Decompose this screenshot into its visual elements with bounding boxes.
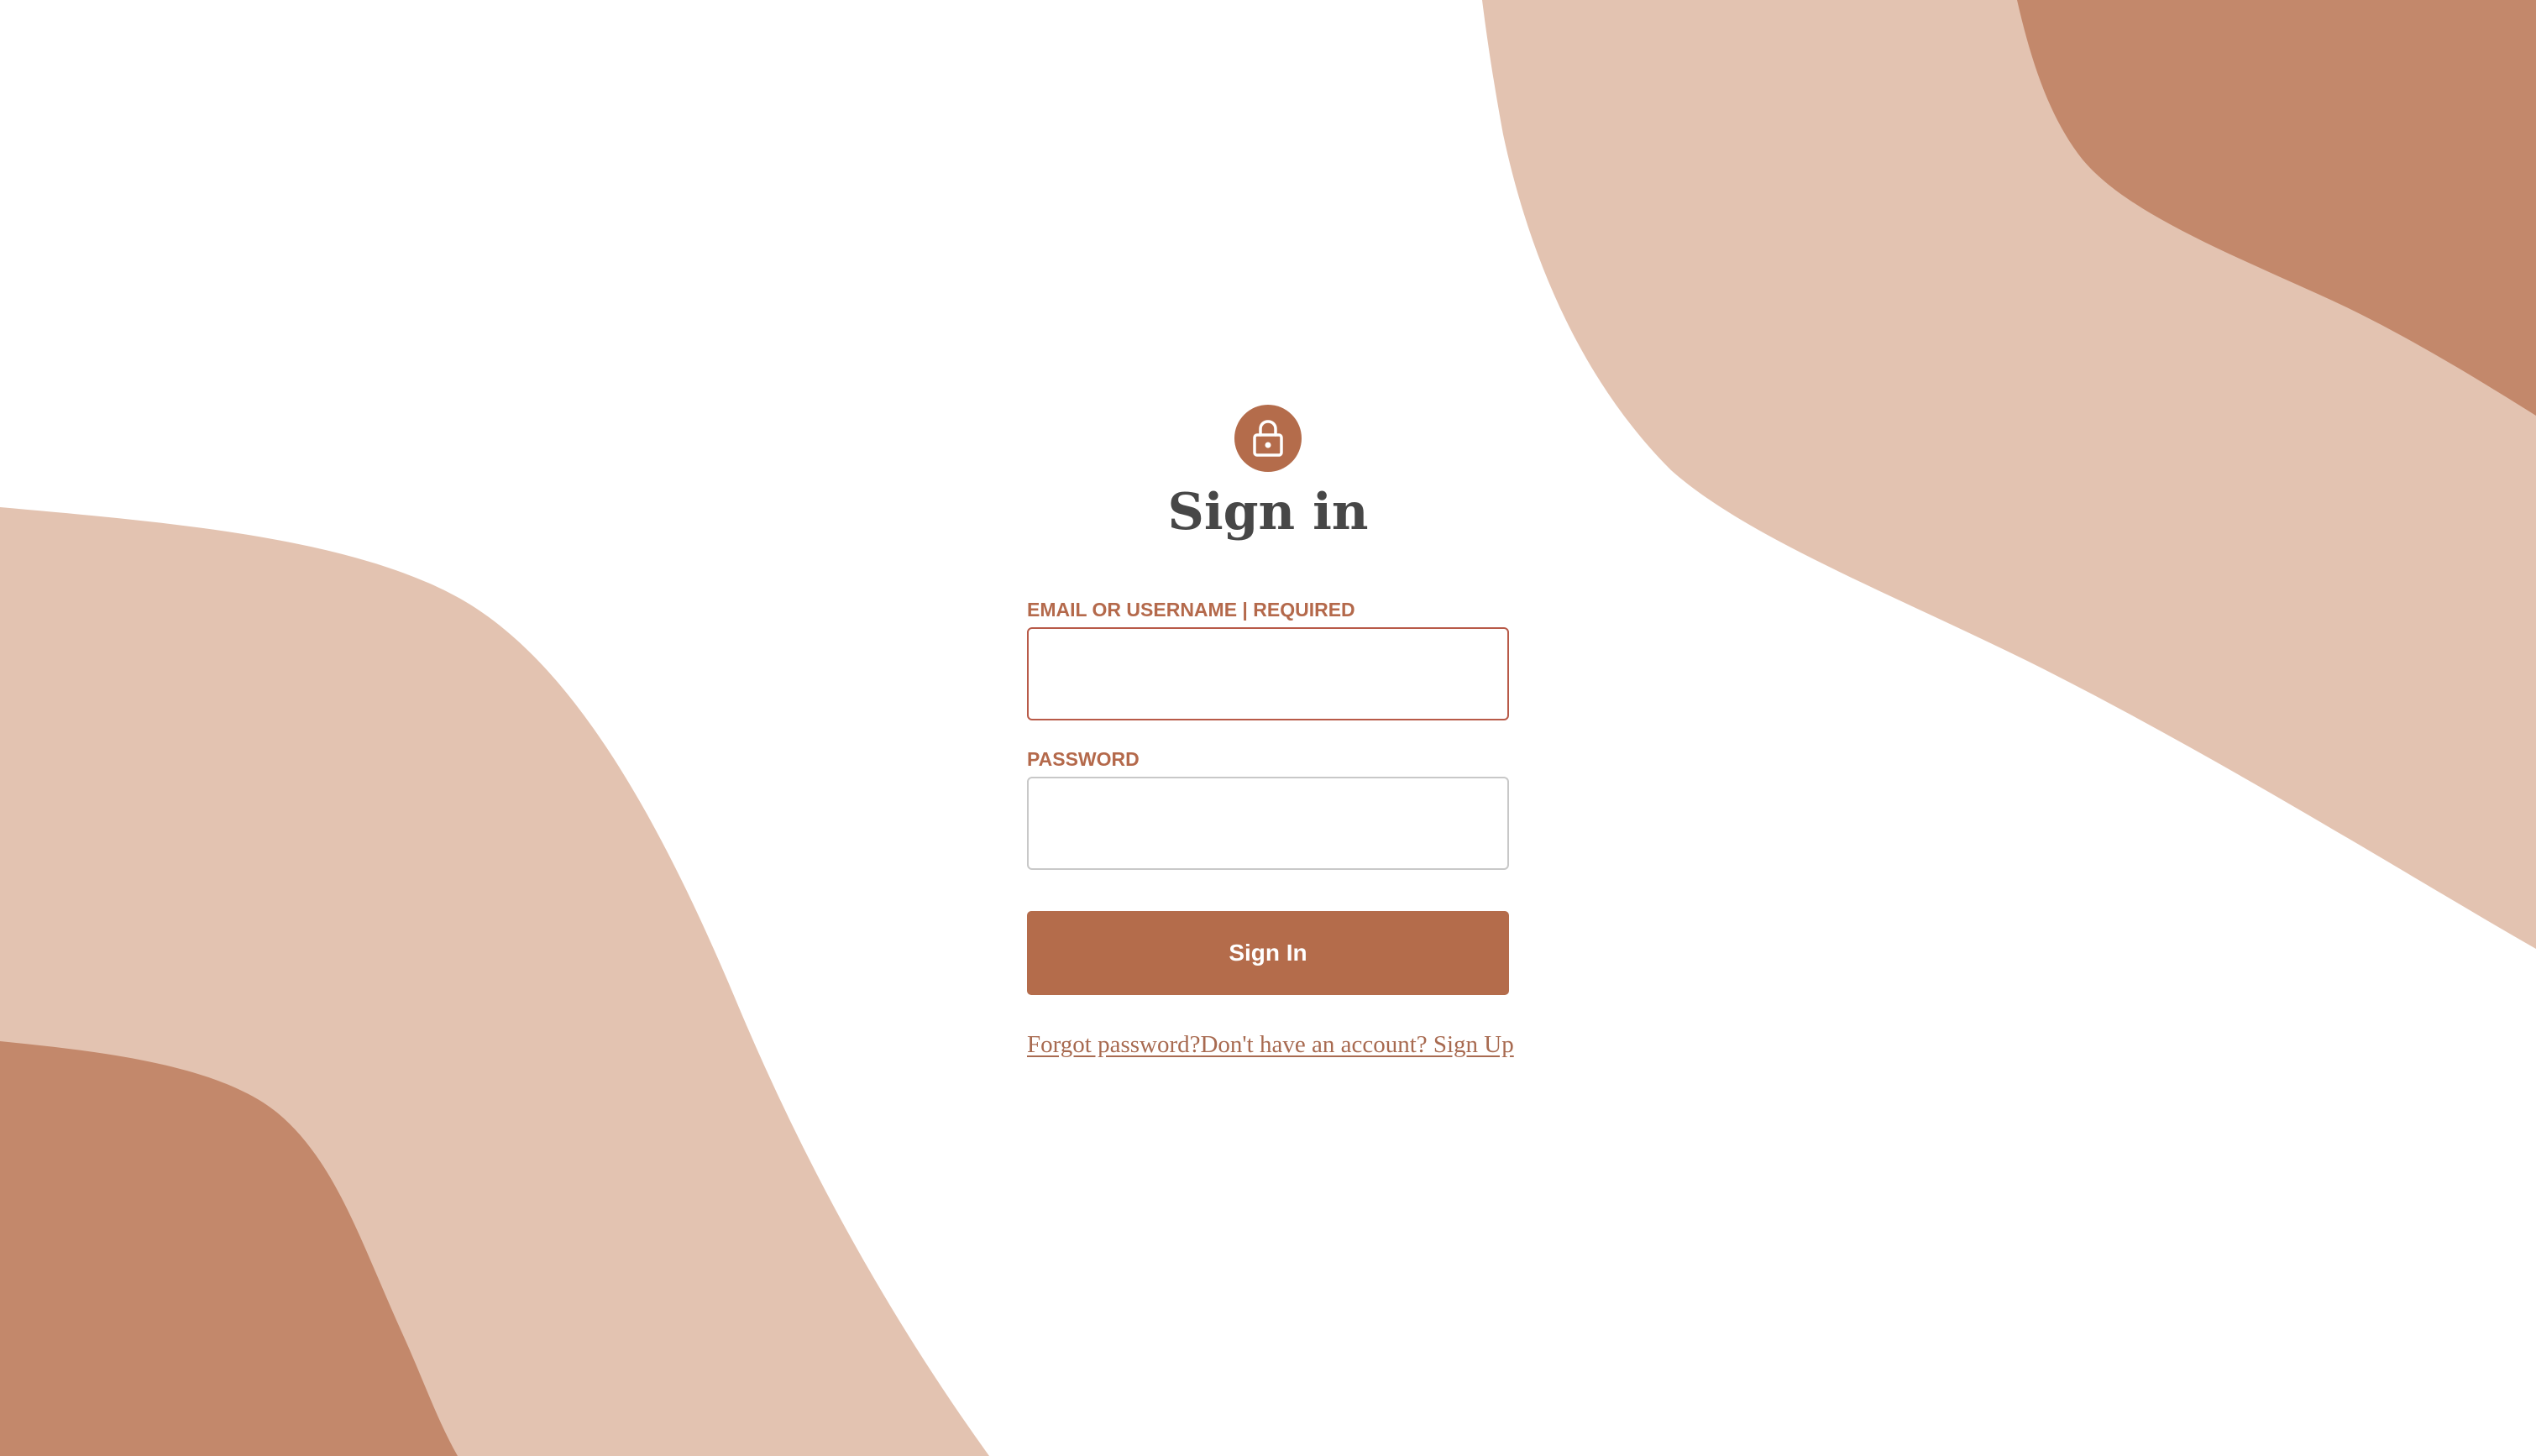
sign-in-button[interactable]: Sign In <box>1027 911 1509 995</box>
auth-links: Forgot password? Don't have an account? … <box>1027 1030 1514 1059</box>
background-shapes <box>0 0 2536 1456</box>
page-title: Sign in <box>1167 483 1369 542</box>
email-field[interactable] <box>1027 627 1509 720</box>
sign-up-link[interactable]: Don't have an account? Sign Up <box>1200 1030 1513 1059</box>
email-field-label: EMAIL OR USERNAME | REQUIRED <box>1027 599 1355 621</box>
lock-badge <box>1234 405 1302 472</box>
forgot-password-link[interactable]: Forgot password? <box>1027 1030 1200 1059</box>
lock-icon <box>1253 420 1283 457</box>
sign-in-page: Sign in EMAIL OR USERNAME | REQUIRED PAS… <box>0 0 2536 1456</box>
password-field-label: PASSWORD <box>1027 748 1140 770</box>
password-field[interactable] <box>1027 777 1509 870</box>
